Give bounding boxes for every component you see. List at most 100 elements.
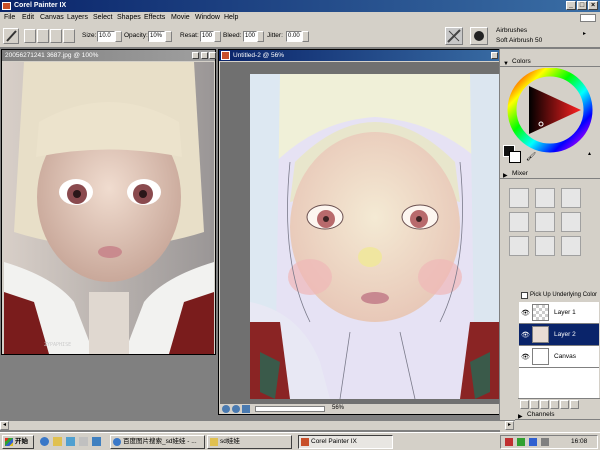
close-button[interactable]: ×: [588, 1, 598, 10]
pick-up-checkbox[interactable]: [521, 292, 528, 299]
tray-icon[interactable]: [529, 438, 537, 446]
grid-icon[interactable]: [232, 405, 240, 413]
brush-variant-8-icon[interactable]: [535, 236, 555, 256]
task-painter-button[interactable]: Corel Painter IX: [298, 435, 393, 449]
straight-line-stroke-icon[interactable]: [50, 29, 62, 43]
mixer-expand-icon[interactable]: ▶: [503, 171, 508, 181]
visibility-eye-icon[interactable]: 👁: [521, 309, 530, 317]
tray-icon[interactable]: [517, 438, 525, 446]
layer-row[interactable]: 👁 Layer 1: [519, 302, 599, 324]
delete-layer-icon[interactable]: [560, 400, 569, 409]
quicklaunch-explorer-icon[interactable]: [53, 437, 62, 446]
canvas-viewport[interactable]: [220, 62, 514, 404]
brush-category-label[interactable]: Airbrushes: [496, 27, 527, 34]
layers-empty-area: [519, 368, 599, 398]
menu-layers[interactable]: Layers: [67, 14, 88, 21]
dynamic-plugins-icon[interactable]: [530, 400, 539, 409]
menu-canvas[interactable]: Canvas: [40, 14, 64, 21]
colors-panel-header[interactable]: ▼ Colors: [500, 57, 600, 67]
menu-window[interactable]: Window: [195, 14, 220, 21]
resat-slider-button[interactable]: [214, 31, 221, 42]
painting-canvas[interactable]: [220, 62, 514, 404]
canvas-window-title[interactable]: Untitled-2 @ 56%: [219, 50, 515, 61]
opacity-slider-button[interactable]: [165, 31, 172, 42]
ref-maximize-button[interactable]: [201, 52, 208, 59]
start-button[interactable]: 开始: [2, 435, 34, 449]
brush-variant-3-icon[interactable]: [561, 188, 581, 208]
task-browser-button[interactable]: 百度图片搜索_sd娃娃 - ...: [110, 435, 205, 449]
freehand-stroke-icon[interactable]: [37, 29, 49, 43]
start-label: 开始: [15, 438, 28, 445]
visibility-eye-icon[interactable]: 👁: [521, 353, 530, 361]
layer-thumbnail: [532, 326, 549, 343]
quicklaunch-app-icon[interactable]: [79, 437, 88, 446]
layer-adjuster-icon[interactable]: [520, 400, 529, 409]
opacity-field[interactable]: 10%: [148, 31, 165, 42]
jitter-field[interactable]: 0.00: [286, 31, 302, 42]
tray-icon[interactable]: [505, 438, 513, 446]
resat-field[interactable]: 100: [200, 31, 214, 42]
volume-icon[interactable]: [541, 438, 549, 446]
menu-edit[interactable]: Edit: [22, 14, 34, 21]
brush-variant-2-icon[interactable]: [535, 188, 555, 208]
menu-movie[interactable]: Movie: [171, 14, 190, 21]
brush-variant-4-icon[interactable]: [509, 212, 529, 232]
menu-effects[interactable]: Effects: [144, 14, 165, 21]
reference-image-window[interactable]: 20056271241 3687.jpg @ 100% ZYPAPHISE: [1, 49, 216, 355]
menu-help[interactable]: Help: [224, 14, 238, 21]
brush-tool-icon[interactable]: [3, 28, 19, 44]
size-field[interactable]: 10.0: [97, 31, 115, 42]
quicklaunch-desktop-icon[interactable]: [66, 437, 75, 446]
painter-task-icon: [301, 438, 309, 446]
layer-row[interactable]: 👁 Canvas: [519, 346, 599, 368]
quicklaunch-app-icon[interactable]: [92, 437, 101, 446]
menu-select[interactable]: Select: [93, 14, 112, 21]
canvas-minimize-button[interactable]: [491, 52, 498, 59]
minimize-button[interactable]: _: [566, 1, 576, 10]
brush-variant-5-icon[interactable]: [535, 212, 555, 232]
brush-variant-9-icon[interactable]: [561, 236, 581, 256]
jitter-slider-button[interactable]: [302, 31, 309, 42]
scroll-right-arrow-icon[interactable]: ▸: [505, 421, 514, 430]
ref-minimize-button[interactable]: [192, 52, 199, 59]
horizontal-scrollbar[interactable]: ◂ ▸: [0, 420, 515, 430]
brush-variant-1-icon[interactable]: [509, 188, 529, 208]
channels-panel-header[interactable]: ▶ Channels: [515, 410, 600, 420]
visibility-eye-icon[interactable]: 👁: [521, 331, 530, 339]
scroll-left-arrow-icon[interactable]: ◂: [0, 421, 9, 430]
brush-variant-7-icon[interactable]: [509, 236, 529, 256]
dab-preview-icon[interactable]: [470, 27, 488, 45]
color-info-icon[interactable]: ▴: [588, 150, 596, 164]
brush-tracking-grid: [503, 186, 595, 264]
brush-variant-6-icon[interactable]: [561, 212, 581, 232]
channels-expand-icon[interactable]: ▶: [518, 412, 523, 422]
perspective-icon[interactable]: [242, 405, 250, 413]
brush-ghost-icon[interactable]: [63, 29, 75, 43]
reset-tool-icon[interactable]: [24, 29, 36, 43]
brush-variant-label[interactable]: Soft Airbrush 50: [496, 37, 542, 44]
ref-close-button[interactable]: [209, 52, 216, 59]
layer-commands-icon[interactable]: [570, 400, 579, 409]
reference-window-title[interactable]: 20056271241 3687.jpg @ 100%: [2, 50, 215, 61]
brush-menu-chevron-icon[interactable]: ▸: [583, 30, 595, 40]
new-layer-icon[interactable]: [550, 400, 559, 409]
photo-watermark: ZYPAPHISE: [44, 342, 72, 348]
menu-file[interactable]: File: [4, 14, 15, 21]
clone-color-icon[interactable]: 🖌: [526, 152, 536, 162]
bleed-field[interactable]: 100: [243, 31, 257, 42]
menu-shapes[interactable]: Shapes: [117, 14, 141, 21]
canvas-window[interactable]: Untitled-2 @ 56% 56%: [218, 49, 516, 415]
bleed-slider-button[interactable]: [257, 31, 264, 42]
task-folder-button[interactable]: sd娃娃: [207, 435, 292, 449]
maximize-button[interactable]: □: [577, 1, 587, 10]
tracing-paper-icon[interactable]: [222, 405, 230, 413]
layer-mask-icon[interactable]: [540, 400, 549, 409]
size-slider-button[interactable]: [115, 31, 122, 42]
zoom-slider[interactable]: [255, 406, 325, 412]
additional-color-swatch[interactable]: [509, 151, 521, 163]
mixer-panel-header[interactable]: ▶ Mixer: [500, 169, 600, 179]
brush-selector-icon[interactable]: [445, 27, 463, 45]
window-title: Corel Painter IX: [14, 2, 67, 9]
quicklaunch-ie-icon[interactable]: [40, 437, 49, 446]
layer-row[interactable]: 👁 Layer 2: [519, 324, 599, 346]
